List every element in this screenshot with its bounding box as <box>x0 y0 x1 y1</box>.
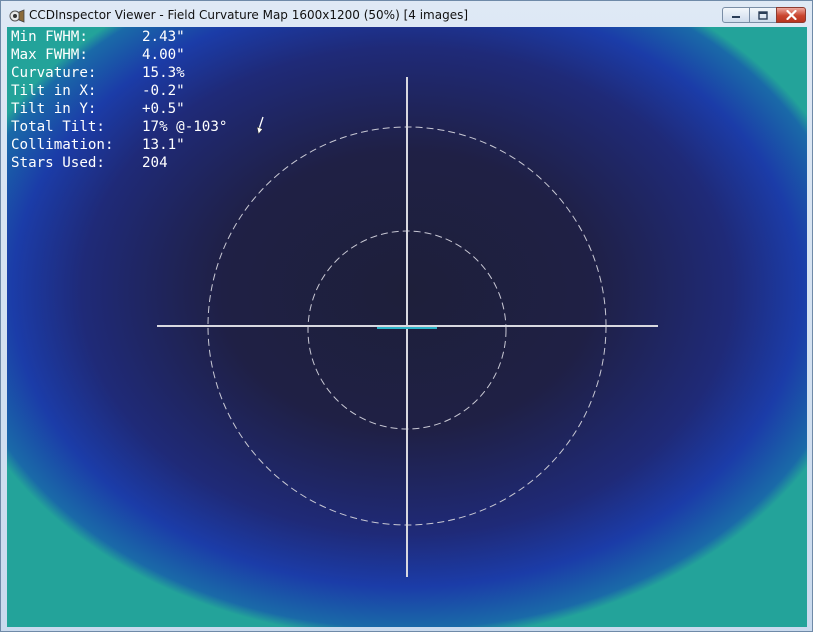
ccdinspector-app-icon[interactable] <box>9 8 25 23</box>
curvature-overlay <box>157 77 658 577</box>
title-bar[interactable]: CCDInspector Viewer - Field Curvature Ma… <box>1 1 812 29</box>
ccdinspector-viewer-window: CCDInspector Viewer - Field Curvature Ma… <box>0 0 813 632</box>
close-button[interactable] <box>776 7 806 23</box>
field-curvature-map[interactable]: Min FWHM: 2.43" Max FWHM: 4.00" Curvature:… <box>7 27 807 627</box>
maximize-icon <box>758 10 768 20</box>
caption-buttons <box>722 7 806 23</box>
window-title: CCDInspector Viewer - Field Curvature Ma… <box>29 8 469 22</box>
minimize-icon <box>732 16 740 18</box>
maximize-button[interactable] <box>749 7 777 23</box>
minimize-button[interactable] <box>722 7 750 23</box>
close-icon <box>785 10 797 20</box>
